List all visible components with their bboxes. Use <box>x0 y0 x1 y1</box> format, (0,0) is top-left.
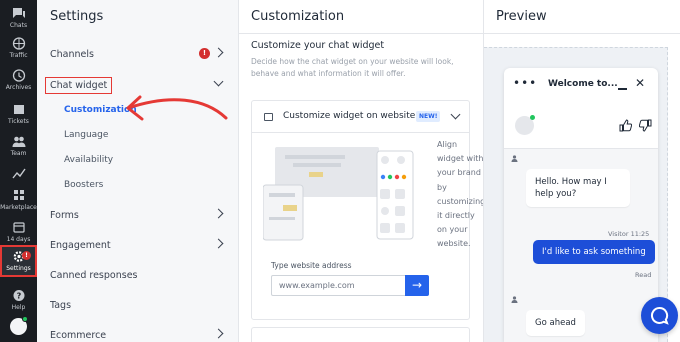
divider <box>484 33 680 34</box>
rail-item-marketplace[interactable]: Marketplace <box>0 182 37 218</box>
sub-item-boosters[interactable]: Boosters <box>64 180 103 190</box>
rail-item-help[interactable]: ? Help <box>0 282 37 318</box>
chart-icon <box>11 168 26 178</box>
rail-label: 14 days <box>6 236 31 243</box>
thumbs-up-icon[interactable] <box>619 119 632 132</box>
aside-line: on your <box>437 225 468 235</box>
new-badge: NEW! <box>416 111 441 122</box>
website-address-input[interactable]: www.example.com <box>271 275 406 296</box>
customization-description: Decide how the chat widget on your websi… <box>251 57 454 78</box>
channels-alert-badge: ! <box>199 48 210 59</box>
aside-line: widget with <box>437 154 484 164</box>
chat-bubble-icon <box>651 306 669 325</box>
divider <box>239 33 483 34</box>
settings-item-engagement[interactable]: Engagement <box>50 235 228 255</box>
settings-item-forms[interactable]: Forms <box>50 205 228 225</box>
read-receipt: Read <box>635 271 652 279</box>
chevron-down-icon <box>450 109 461 120</box>
chat-launcher-button[interactable] <box>641 297 678 334</box>
calendar-icon <box>12 222 25 233</box>
sub-item-language[interactable]: Language <box>64 130 108 140</box>
minimize-icon[interactable] <box>618 88 627 90</box>
rail-label: Team <box>10 150 27 157</box>
chevron-right-icon <box>213 238 224 249</box>
preview-title: Preview <box>496 9 547 24</box>
settings-item-canned-responses[interactable]: Canned responses <box>50 265 228 285</box>
aside-line: by <box>437 182 447 192</box>
settings-item-label: Chat widget <box>44 76 113 94</box>
agent-mini-avatar-icon <box>511 296 518 303</box>
thumbs-down-icon[interactable] <box>639 119 652 132</box>
settings-title: Settings <box>50 9 104 24</box>
rail-item-settings[interactable]: Settings ! <box>0 245 37 277</box>
settings-item-label: Channels <box>50 48 94 60</box>
aside-line: your brand <box>437 168 481 178</box>
more-options-icon[interactable]: ••• <box>513 77 537 89</box>
settings-item-label: Engagement <box>50 239 111 251</box>
sub-item-customization[interactable]: Customization <box>64 105 137 115</box>
ticket-icon <box>13 105 24 114</box>
chevron-down-icon <box>213 76 224 87</box>
svg-text:?: ? <box>16 292 21 301</box>
rail-label: Archives <box>5 84 32 91</box>
widget-title: Welcome to... <box>548 79 618 89</box>
sub-item-availability[interactable]: Availability <box>64 155 113 165</box>
card-title: Customize widget on website <box>283 111 416 121</box>
rail-label: Traffic <box>9 52 28 59</box>
visitor-meta: Visitor 11:25 <box>608 230 650 238</box>
agent-mini-avatar-icon <box>511 155 518 162</box>
preview-panel: Preview ••• Welcome to... ✕ Hello. How m… <box>483 0 680 342</box>
window-icon <box>264 113 273 121</box>
grid-icon <box>13 190 24 200</box>
aside-line: website. <box>437 239 471 249</box>
rail-label: Tickets <box>8 118 29 125</box>
chat-icon <box>12 8 25 18</box>
settings-item-label: Forms <box>50 209 79 221</box>
rail-label: Chats <box>9 22 28 29</box>
aside-line: it directly <box>437 211 475 221</box>
settings-item-label: Tags <box>50 299 72 311</box>
visitor-message-bubble: I'd like to ask something <box>533 240 655 264</box>
settings-panel: Settings Channels ! Chat widget Customiz… <box>37 0 239 342</box>
aside-line: Align <box>437 140 458 149</box>
agent-reply-bubble: Go ahead <box>526 310 585 336</box>
rail-item-archives[interactable]: Archives <box>0 62 37 98</box>
customization-title: Customization <box>251 9 345 24</box>
online-status-dot <box>22 316 28 322</box>
settings-item-label: Ecommerce <box>50 329 107 341</box>
left-nav-rail: Chats Traffic Archives Tickets Team Mark… <box>0 0 37 342</box>
settings-item-ecommerce[interactable]: Ecommerce <box>50 325 228 342</box>
website-address-label: Type website address <box>271 261 352 270</box>
globe-icon <box>12 37 25 50</box>
chat-messages-area: Hello. How may I help you? Visitor 11:25… <box>504 149 658 342</box>
go-arrow-button[interactable]: → <box>405 275 429 296</box>
help-icon: ? <box>13 290 24 301</box>
rail-label: Settings <box>6 265 31 272</box>
settings-item-channels[interactable]: Channels ! <box>50 44 228 64</box>
rail-label: Help <box>11 304 26 311</box>
customizer-aside-text: Align widget with your brand by customiz… <box>437 138 485 252</box>
chevron-right-icon <box>213 47 224 58</box>
customization-heading: Customize your chat widget <box>251 40 385 51</box>
team-icon <box>12 136 25 147</box>
rail-item-traffic[interactable]: Traffic <box>0 30 37 66</box>
settings-item-chat-widget[interactable]: Chat widget <box>44 75 228 95</box>
settings-item-tags[interactable]: Tags <box>50 295 228 315</box>
widget-customizer-illustration <box>263 147 414 241</box>
customize-widget-card-header[interactable]: Customize widget on website NEW! <box>252 101 469 133</box>
chevron-right-icon <box>213 328 224 339</box>
agent-greeting-bubble: Hello. How may I help you? <box>526 169 630 207</box>
clock-icon <box>12 69 25 82</box>
chat-widget-preview: ••• Welcome to... ✕ Hello. How may I hel… <box>504 68 658 342</box>
agent-online-dot <box>530 115 535 120</box>
settings-alert-badge: ! <box>22 251 31 260</box>
settings-item-label: Canned responses <box>50 269 138 281</box>
chevron-right-icon <box>213 208 224 219</box>
close-icon[interactable]: ✕ <box>635 77 645 89</box>
rail-item-tickets[interactable]: Tickets <box>0 96 37 132</box>
aside-line: customizing <box>437 196 485 206</box>
next-settings-card <box>251 327 470 342</box>
rail-label: Marketplace <box>0 204 37 211</box>
